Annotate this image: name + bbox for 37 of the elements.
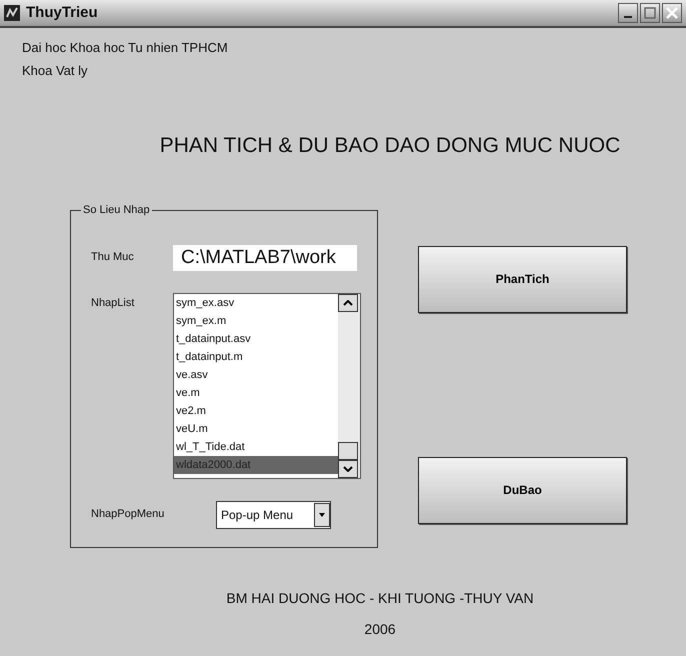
- header-text: Khoa Vat ly: [22, 62, 89, 80]
- window-title: ThuyTrieu: [26, 2, 98, 23]
- scroll-up-button[interactable]: [338, 294, 358, 312]
- list-item[interactable]: veU.m: [174, 420, 338, 438]
- list-item[interactable]: sym_ex.asv: [174, 294, 338, 312]
- field-label: NhapList: [91, 296, 136, 310]
- minimize-button[interactable]: [618, 3, 638, 23]
- popup-value: Pop-up Menu: [221, 506, 294, 524]
- field-label: Thu Muc: [91, 250, 135, 266]
- close-icon: [666, 7, 678, 19]
- close-button[interactable]: [662, 3, 682, 23]
- app-icon: [4, 5, 20, 21]
- list-item[interactable]: ve.asv: [174, 366, 338, 384]
- scroll-thumb[interactable]: [338, 442, 358, 460]
- field-label: NhapPopMenu: [91, 507, 166, 522]
- header-text: Dai hoc Khoa hoc Tu nhien TPHCM: [22, 39, 229, 57]
- maximize-icon: [644, 7, 656, 19]
- caret-down-icon: [343, 466, 353, 472]
- list-item[interactable]: sym_ex.m: [174, 312, 338, 330]
- caret-up-icon: [343, 300, 353, 306]
- footer-text: BM HAI DUONG HOC - KHI TUONG -THUY VAN: [225, 588, 535, 608]
- list-item[interactable]: ve2.m: [174, 402, 338, 420]
- maximize-button[interactable]: [640, 3, 660, 23]
- file-listbox[interactable]: sym_ex.asv sym_ex.m t_datainput.asv t_datainput.m ve.asv ve.m ve2.m veU.m wl_T_Tide.dat wldata2000.dat: [173, 292, 361, 478]
- scrollbar[interactable]: [338, 294, 360, 478]
- minimize-icon: [624, 16, 632, 18]
- folder-field[interactable]: C:\MATLAB7\work: [173, 244, 357, 270]
- action-button[interactable]: PhanTich: [418, 246, 627, 312]
- scroll-down-button[interactable]: [338, 460, 358, 478]
- list-item[interactable]: ve.m: [174, 384, 338, 402]
- list-item[interactable]: t_datainput.m: [174, 348, 338, 366]
- list-item[interactable]: wl_T_Tide.dat: [174, 438, 338, 456]
- footer-text: 2006: [363, 620, 397, 638]
- heading-text: PHAN TICH & DU BAO DAO DONG MUC NUOC: [158, 133, 622, 159]
- list-item[interactable]: t_datainput.asv: [174, 330, 338, 348]
- popup-menu[interactable]: Pop-up Menu: [216, 500, 331, 528]
- action-button[interactable]: DuBao: [418, 456, 627, 524]
